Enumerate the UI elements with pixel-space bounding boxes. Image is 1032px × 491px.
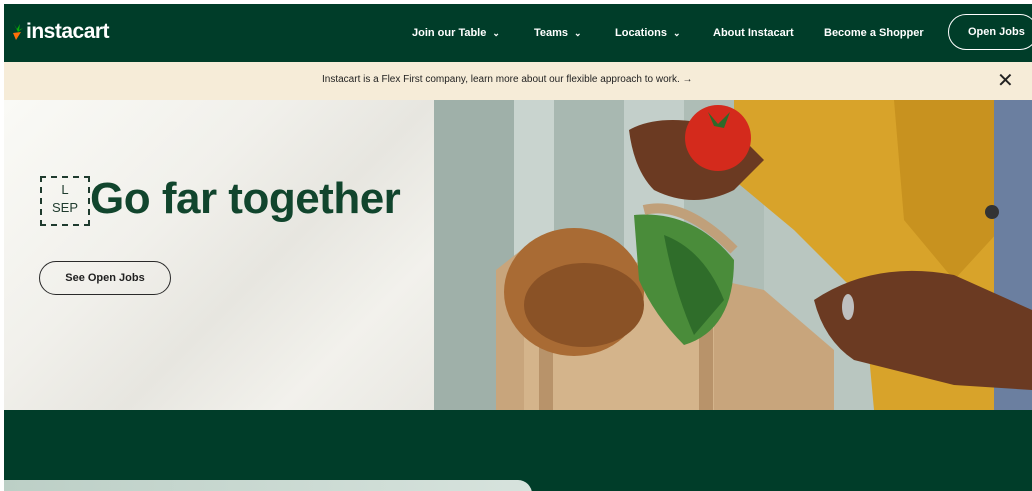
bottom-card-edge	[4, 480, 532, 491]
sep-top-label: L	[61, 182, 69, 197]
nav-link-label: Become a Shopper	[824, 27, 924, 39]
hero-headline: Go far together	[90, 174, 401, 223]
hero-grocery-bag-image	[434, 100, 1032, 410]
nav-about-instacart[interactable]: About Instacart	[713, 27, 794, 39]
hero-plaster-background	[4, 100, 474, 410]
logo-text: instacart	[26, 20, 110, 43]
nav-link-label: Locations	[615, 27, 667, 39]
see-open-jobs-button[interactable]: See Open Jobs	[39, 261, 171, 295]
nav-locations[interactable]: Locations ⌄	[615, 27, 681, 39]
hero-section: L SEP Go far together See Open Jobs	[4, 100, 1032, 410]
chevron-down-icon: ⌄	[492, 27, 500, 38]
bottom-section	[4, 410, 1032, 491]
nav-link-label: Teams	[534, 27, 569, 39]
flex-first-link[interactable]: Instacart is a Flex First company, learn…	[322, 74, 693, 85]
close-icon[interactable]: ✕	[997, 71, 1014, 91]
page-frame: instacart Join our Table ⌄ Teams ⌄ Locat…	[4, 4, 1032, 491]
open-jobs-button[interactable]: Open Jobs	[948, 14, 1032, 50]
chevron-down-icon: ⌄	[672, 27, 681, 38]
nav-teams[interactable]: Teams ⌄	[534, 27, 582, 39]
nav-link-label: Join our Table	[412, 27, 487, 39]
nav-become-a-shopper[interactable]: Become a Shopper	[824, 27, 924, 39]
flex-first-banner: Instacart is a Flex First company, learn…	[4, 62, 1032, 100]
sep-placeholder-icon: L SEP	[40, 176, 90, 226]
top-nav: instacart Join our Table ⌄ Teams ⌄ Locat…	[4, 4, 1032, 62]
chevron-down-icon: ⌄	[574, 27, 582, 38]
nav-join-our-table[interactable]: Join our Table ⌄	[412, 27, 500, 39]
instacart-logo[interactable]: instacart	[10, 20, 110, 44]
sep-bottom-label: SEP	[51, 200, 78, 215]
carrot-logo-icon	[13, 24, 23, 40]
nav-link-label: About Instacart	[713, 27, 794, 39]
